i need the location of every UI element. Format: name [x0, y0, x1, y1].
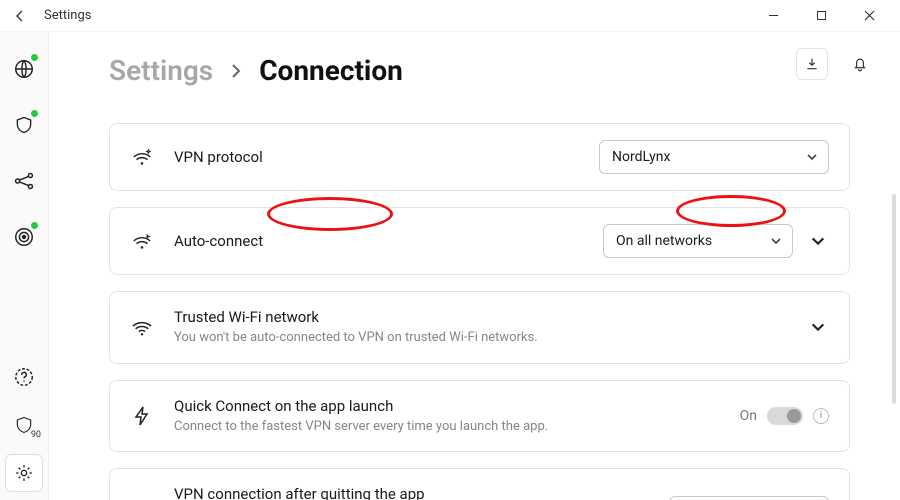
- titlebar: Settings: [0, 0, 900, 32]
- download-icon: [804, 56, 820, 72]
- download-button[interactable]: [796, 48, 828, 80]
- window-controls: [750, 2, 892, 30]
- top-actions: [796, 48, 876, 80]
- sidebar: 90: [0, 32, 49, 500]
- chevron-right-icon: [229, 62, 243, 80]
- sidebar-bottom: 90: [5, 358, 43, 500]
- lightning-icon: [130, 405, 154, 427]
- minimize-button[interactable]: [750, 2, 796, 30]
- shield-icon: [14, 114, 34, 136]
- vpn-protocol-select[interactable]: NordLynx: [599, 140, 829, 174]
- chevron-down-icon: [810, 319, 826, 335]
- chevron-down-icon: [770, 235, 782, 247]
- chevron-down-icon: [806, 151, 818, 163]
- row-trusted-wifi: Trusted Wi-Fi network You won't be auto-…: [109, 291, 850, 364]
- sidebar-item-shield[interactable]: [5, 106, 43, 144]
- scrollbar[interactable]: [892, 194, 896, 404]
- row-after-quit: VPN connection after quitting the app Ev…: [109, 468, 850, 500]
- breadcrumb-root[interactable]: Settings: [109, 54, 213, 87]
- wifi-icon: [130, 317, 154, 337]
- signal-sparkle-icon: [130, 147, 154, 167]
- close-button[interactable]: [846, 2, 892, 30]
- maximize-button[interactable]: [798, 2, 844, 30]
- app-body: 90 Settings: [0, 32, 900, 500]
- expand-autoconnect-button[interactable]: [807, 233, 829, 249]
- breadcrumb: Settings Connection: [109, 54, 850, 87]
- close-icon: [864, 10, 875, 21]
- quick-connect-toggle[interactable]: [767, 407, 803, 425]
- row-subtitle: Connect to the fastest VPN server every …: [174, 418, 720, 436]
- row-title: VPN protocol: [174, 148, 579, 166]
- toggle-knob-icon: [787, 409, 801, 423]
- row-subtitle: You won't be auto-connected to VPN on tr…: [174, 329, 787, 347]
- page-title: Connection: [259, 54, 403, 87]
- row-quick-connect: Quick Connect on the app launch Connect …: [109, 380, 850, 453]
- row-title: VPN connection after quitting the app: [174, 485, 649, 500]
- app-window: Settings: [0, 0, 900, 500]
- row-auto-connect: Auto-connect On all networks: [109, 207, 850, 275]
- toggle-state-label: On: [740, 408, 757, 424]
- back-button[interactable]: [8, 4, 32, 28]
- help-icon: [13, 366, 35, 388]
- minimize-icon: [768, 10, 779, 21]
- sidebar-item-settings[interactable]: [5, 454, 43, 492]
- expand-trusted-wifi-button[interactable]: [807, 319, 829, 335]
- main-content: Settings Connection VPN protocol NordLyn…: [49, 32, 900, 500]
- sidebar-item-target[interactable]: [5, 218, 43, 256]
- status-dot-icon: [31, 54, 38, 61]
- gear-icon: [14, 463, 34, 483]
- select-value: On all networks: [616, 233, 712, 249]
- row-title: Trusted Wi-Fi network: [174, 308, 787, 326]
- row-title: Quick Connect on the app launch: [174, 397, 720, 415]
- select-value: NordLynx: [612, 149, 670, 165]
- sidebar-item-globe[interactable]: [5, 50, 43, 88]
- security-score-badge: 90: [31, 430, 41, 440]
- notifications-button[interactable]: [844, 48, 876, 80]
- target-icon: [13, 226, 35, 248]
- after-quit-select[interactable]: Ask every time: [669, 496, 829, 500]
- titlebar-left: Settings: [8, 4, 91, 28]
- maximize-icon: [816, 10, 827, 21]
- sidebar-item-security-score[interactable]: 90: [5, 406, 43, 444]
- status-dot-icon: [31, 110, 38, 117]
- main-pane: Settings Connection VPN protocol NordLyn…: [49, 32, 900, 500]
- globe-icon: [13, 58, 35, 80]
- row-title: Auto-connect: [174, 232, 583, 250]
- signal-auto-icon: [130, 231, 154, 251]
- sidebar-item-help[interactable]: [5, 358, 43, 396]
- status-dot-icon: [31, 222, 38, 229]
- arrow-left-icon: [13, 9, 27, 23]
- sidebar-item-mesh[interactable]: [5, 162, 43, 200]
- row-vpn-protocol: VPN protocol NordLynx: [109, 123, 850, 191]
- mesh-icon: [13, 170, 35, 192]
- window-title: Settings: [44, 8, 91, 23]
- chevron-down-icon: [810, 233, 826, 249]
- auto-connect-select[interactable]: On all networks: [603, 224, 793, 258]
- info-button[interactable]: i: [813, 408, 829, 424]
- bell-icon: [851, 55, 869, 73]
